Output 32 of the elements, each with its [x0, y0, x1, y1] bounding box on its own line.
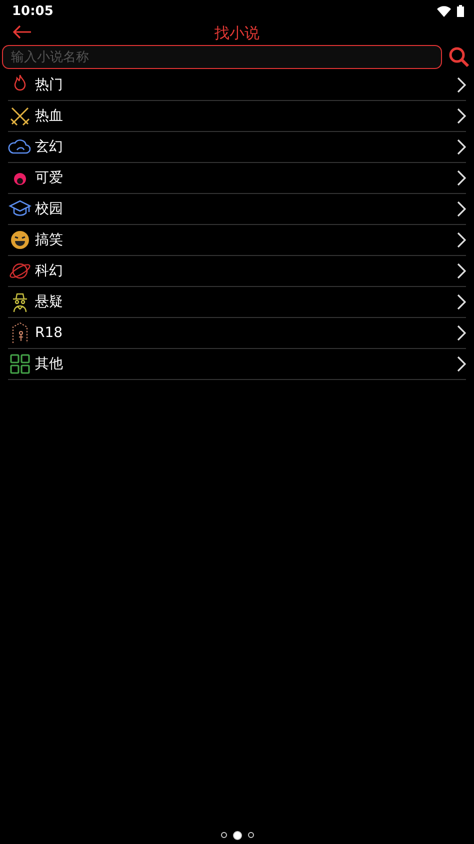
category-item[interactable]: 热门 — [35, 76, 453, 94]
chevron-icon — [456, 232, 466, 248]
page-dot[interactable] — [232, 830, 242, 840]
search-button[interactable] — [448, 46, 470, 68]
laughing-face-icon — [8, 228, 32, 252]
search-field[interactable]: 输入小说名称 — [2, 45, 442, 69]
battery-icon — [457, 5, 464, 17]
page-dot[interactable] — [220, 832, 226, 838]
chevron-icon — [456, 77, 466, 93]
chevron-icon — [456, 108, 466, 124]
chevron-icon — [456, 201, 466, 217]
status-time: 10:05 — [12, 4, 54, 18]
category-item[interactable]: 悬疑 — [35, 293, 453, 311]
chevron-icon — [456, 170, 466, 186]
category-item[interactable]: 热血 — [35, 107, 453, 125]
chevron-icon — [456, 139, 466, 155]
chevron-icon — [456, 356, 466, 372]
category-item[interactable]: R18 — [35, 325, 453, 341]
chevron-icon — [456, 325, 466, 341]
chevron-icon — [456, 294, 466, 310]
chevron-icon — [456, 263, 466, 279]
category-item[interactable]: 科幻 — [35, 262, 453, 280]
page-title: 找小说 — [214, 24, 260, 42]
category-item[interactable]: 校园 — [35, 200, 453, 218]
category-item[interactable]: 玄幻 — [35, 138, 453, 156]
category-item[interactable]: 其他 — [35, 355, 453, 373]
wifi-icon — [437, 6, 451, 16]
category-item[interactable]: 搞笑 — [35, 231, 453, 249]
back-button[interactable] — [12, 24, 32, 40]
category-item[interactable]: 可爱 — [35, 169, 453, 187]
page-dot[interactable] — [248, 832, 254, 838]
grid-icon — [8, 352, 32, 376]
